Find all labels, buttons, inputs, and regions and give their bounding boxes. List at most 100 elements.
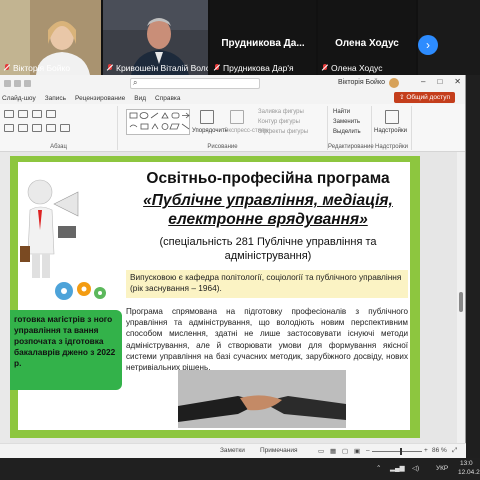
comments-button[interactable]: Примечания (260, 447, 298, 454)
select-button[interactable]: Выделить (333, 129, 361, 135)
network-icon[interactable]: ▂▄▆ (390, 464, 405, 472)
save-icon[interactable] (4, 80, 11, 87)
shape-outline-button[interactable]: Контур фигуры (258, 119, 300, 125)
ribbon-group-drawing: Упорядочить Экспресс-стили Заливка фигур… (118, 106, 328, 150)
quick-access-toolbar (4, 80, 31, 87)
taskbar: ⌃ ▂▄▆ ◁) УКР 13:0 12.04.2 (0, 458, 480, 480)
account-name[interactable]: Вікторія Бойко (338, 79, 385, 86)
participant-name: Олена Ходус (322, 63, 382, 73)
close-icon[interactable]: ✕ (454, 77, 461, 86)
zoom-out-icon[interactable]: – (366, 447, 370, 454)
slide[interactable]: Освітньо-професійна програма «Публічне у… (10, 156, 420, 438)
mic-muted-icon (214, 64, 220, 72)
handshake-image (178, 370, 346, 428)
keyboard-language[interactable]: УКР (436, 465, 448, 472)
align-left-icon[interactable] (4, 124, 14, 132)
participant-name: Кривошеїн Віталій Воло... (107, 63, 208, 73)
addins-icon[interactable] (385, 110, 399, 124)
participant-name: Вікторія Бойко (4, 63, 70, 73)
next-page-button[interactable]: › (418, 35, 438, 55)
slide-body-text: Програма спрямована на підготовку профес… (126, 307, 408, 373)
notes-button[interactable]: Заметки (220, 447, 245, 454)
tab-slideshow[interactable]: Слайд-шоу (2, 95, 36, 102)
zoom-slider-knob[interactable] (400, 448, 402, 455)
search-box[interactable] (130, 78, 260, 89)
zoom-in-icon[interactable]: + (424, 447, 428, 454)
ribbon-tabs: Слайд-шоу Запись Рецензирование Вид Спра… (0, 92, 465, 104)
share-icon: ⇪ (399, 94, 405, 101)
scrollbar-thumb[interactable] (459, 292, 463, 312)
line-spacing-icon[interactable] (46, 110, 56, 118)
chevron-up-icon[interactable]: ⌃ (376, 464, 381, 472)
indent-icon[interactable] (32, 110, 42, 118)
tab-view[interactable]: Вид (134, 95, 146, 102)
tab-record[interactable]: Запись (45, 95, 66, 102)
mic-muted-icon (107, 64, 113, 72)
video-tile-3[interactable]: Прудникова Да... Прудникова Дар'я (210, 0, 318, 75)
vertical-scrollbar[interactable] (457, 152, 465, 443)
ribbon-group-label: Абзац (50, 144, 67, 150)
redo-icon[interactable] (24, 80, 31, 87)
arrange-icon[interactable] (200, 110, 214, 124)
arrange-button[interactable]: Упорядочить (192, 128, 228, 134)
maximize-icon[interactable]: □ (437, 77, 442, 86)
slide-canvas: Освітньо-професійна програма «Публічне у… (10, 152, 458, 443)
minimize-icon[interactable]: – (421, 77, 425, 86)
slideshow-view-icon[interactable]: ▣ (354, 447, 360, 455)
numbering-icon[interactable] (18, 110, 28, 118)
bullets-icon[interactable] (4, 110, 14, 118)
columns-icon[interactable] (60, 124, 70, 132)
replace-button[interactable]: Заменить (333, 119, 360, 125)
ribbon-group-label: Редактирование (328, 144, 374, 150)
slide-subtitle: (спеціальність 281 Публічне управління т… (159, 236, 377, 262)
slide-program-name: «Публічне управління, медіація, електрон… (143, 192, 393, 228)
video-tile-4[interactable]: Олена Ходус Олена Ходус (318, 0, 418, 75)
shape-fill-button[interactable]: Заливка фигуры (258, 109, 304, 115)
mic-muted-icon (4, 64, 10, 72)
participant-title: Прудникова Да... (221, 38, 305, 49)
undo-icon[interactable] (14, 80, 21, 87)
degree-info-box: готовка магістрів з ного управління та в… (10, 310, 122, 390)
addins-button[interactable]: Надстройки (374, 128, 407, 134)
volume-icon[interactable]: ◁) (412, 464, 419, 472)
zoom-level[interactable]: 86 % (432, 447, 447, 454)
normal-view-icon[interactable]: ▭ (318, 447, 324, 455)
fit-slide-icon[interactable]: ⤢ (452, 447, 457, 455)
powerpoint-window: Вікторія Бойко – □ ✕ Слайд-шоу Запись Ре… (0, 75, 466, 458)
video-tile-2[interactable]: Кривошеїн Віталій Воло... (103, 0, 210, 75)
ribbon-group-editing: Найти Заменить Выделить Редактирование (328, 106, 374, 150)
align-center-icon[interactable] (18, 124, 28, 132)
ribbon-group-paragraph: Абзац (0, 106, 118, 150)
mic-muted-icon (322, 64, 328, 72)
clock-date[interactable]: 12.04.2 (458, 469, 480, 476)
quick-styles-icon[interactable] (230, 110, 244, 124)
slide-thumbnails-pane[interactable] (0, 152, 10, 443)
handshake-icon (178, 370, 346, 428)
screen: Вікторія Бойко Кривошеїн Віталій Воло...… (0, 0, 480, 480)
tab-review[interactable]: Рецензирование (75, 95, 125, 102)
participant-name: Прудникова Дар'я (214, 63, 294, 73)
video-tile-1[interactable]: Вікторія Бойко (0, 0, 103, 75)
slide-sorter-icon[interactable]: ▦ (330, 447, 336, 455)
align-right-icon[interactable] (32, 124, 42, 132)
zoom-slider[interactable] (372, 451, 422, 452)
slide-title: Освітньо-професійна програма (146, 170, 390, 187)
avatar[interactable] (389, 78, 399, 88)
title-bar: Вікторія Бойко – □ ✕ (0, 75, 465, 92)
gears-image (55, 282, 106, 300)
video-strip: Вікторія Бойко Кривошеїн Віталій Воло...… (0, 0, 480, 75)
window-controls: – □ ✕ (421, 77, 461, 86)
shapes-icon (129, 112, 190, 130)
participant-title: Олена Ходус (335, 38, 399, 49)
find-button[interactable]: Найти (333, 109, 350, 115)
justify-icon[interactable] (46, 124, 56, 132)
share-button[interactable]: ⇪ Общий доступ (394, 92, 455, 103)
ribbon-group-label: Надстройки (375, 144, 408, 150)
reading-view-icon[interactable]: ▢ (342, 447, 348, 455)
shape-effects-button[interactable]: Эффекты фигуры (258, 129, 308, 135)
shapes-gallery[interactable] (126, 109, 190, 135)
status-bar: Заметки Примечания ▭ ▦ ▢ ▣ – + 86 % ⤢ (0, 443, 466, 458)
tab-help[interactable]: Справка (155, 95, 181, 102)
ribbon-group-label: Рисование (207, 144, 238, 150)
clock-time[interactable]: 13:0 (460, 460, 473, 467)
